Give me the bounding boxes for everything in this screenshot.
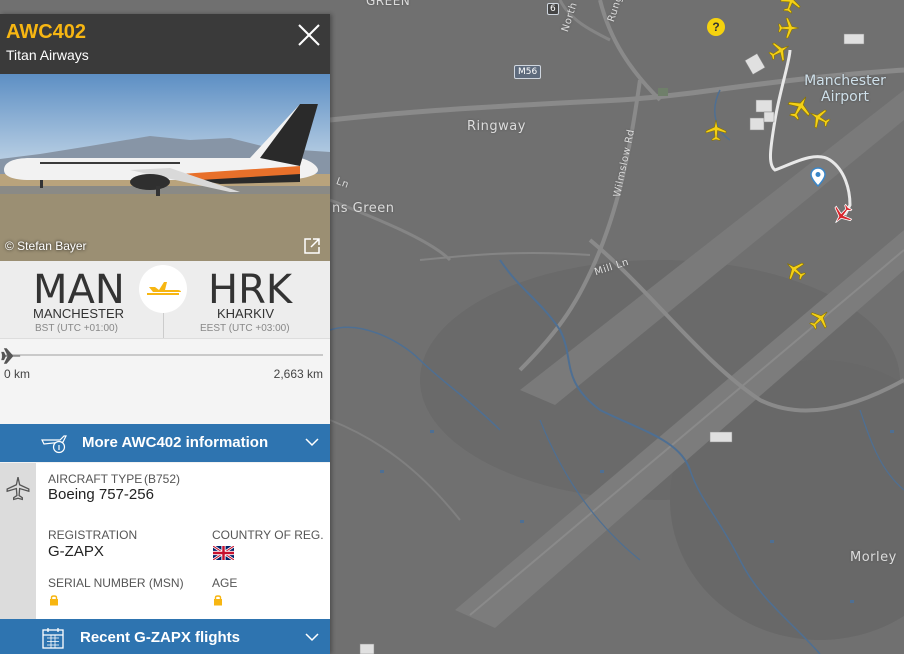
map-label-ns-green: ns Green <box>332 201 395 216</box>
aircraft-icon[interactable] <box>704 118 728 142</box>
road-marker-6: 6 <box>547 3 559 15</box>
aircraft-type-code: (B752) <box>144 472 181 486</box>
panel-header: AWC402 Titan Airways <box>0 14 330 74</box>
lock-icon <box>214 595 222 606</box>
aircraft-side-strip <box>0 463 36 619</box>
aircraft-type-value: Boeing 757-256 <box>48 486 154 503</box>
map-label-top: GREEN <box>366 0 411 8</box>
route-summary: MAN MANCHESTER BST (UTC +01:00) HRK KHAR… <box>0 261 330 338</box>
close-icon[interactable] <box>296 22 322 48</box>
map-label-morley: Morley <box>850 550 897 565</box>
aircraft-type-label: AIRCRAFT TYPE <box>48 472 143 486</box>
uk-flag-icon <box>213 546 234 560</box>
flight-info-icon <box>41 435 67 454</box>
road-shield-m56: M56 <box>514 65 542 79</box>
aircraft-icon <box>6 477 30 501</box>
chevron-down-icon <box>305 438 319 447</box>
calendar-icon <box>42 628 64 649</box>
serial-number-label: SERIAL NUMBER (MSN) <box>48 576 184 590</box>
registration-value[interactable]: G-ZAPX <box>48 543 104 560</box>
progress-plane-icon <box>1 348 21 364</box>
location-pin-icon[interactable] <box>810 167 826 187</box>
chevron-down-icon <box>305 633 319 642</box>
country-label: COUNTRY OF REG. <box>212 528 324 542</box>
route-departure-icon <box>139 265 187 313</box>
progress-track <box>6 354 323 356</box>
help-marker-icon[interactable]: ? <box>707 18 725 36</box>
airline-name: Titan Airways <box>6 47 89 63</box>
destination-timezone: EEST (UTC +03:00) <box>200 323 290 334</box>
distance-remaining: 2,663 km <box>273 367 323 381</box>
more-info-button[interactable]: More AWC402 information <box>0 424 330 462</box>
origin-timezone: BST (UTC +01:00) <box>35 323 118 334</box>
aircraft-details: AIRCRAFT TYPE (B752) Boeing 757-256 REGI… <box>0 463 330 619</box>
recent-flights-label: Recent G-ZAPX flights <box>80 629 241 646</box>
distance-flown: 0 km <box>4 367 31 381</box>
age-label: AGE <box>212 576 238 590</box>
flight-progress: 0 km 2,663 km <box>0 338 330 425</box>
registration-label: REGISTRATION <box>48 528 138 542</box>
origin-city: MANCHESTER <box>33 306 125 321</box>
recent-flights-button[interactable]: Recent G-ZAPX flights <box>0 619 330 654</box>
map-label-ringway: Ringway <box>467 119 526 134</box>
open-external-icon[interactable] <box>303 237 321 255</box>
route-divider <box>163 313 164 338</box>
lock-icon <box>50 595 58 606</box>
more-info-label: More AWC402 information <box>82 434 269 451</box>
flight-code: AWC402 <box>6 21 87 43</box>
destination-city: KHARKIV <box>217 306 275 321</box>
flight-info-panel: AWC402 Titan Airways © Stefan Bayer MAN … <box>0 14 330 654</box>
photo-credit: © Stefan Bayer <box>5 239 87 253</box>
aircraft-photo[interactable]: © Stefan Bayer <box>0 74 330 261</box>
